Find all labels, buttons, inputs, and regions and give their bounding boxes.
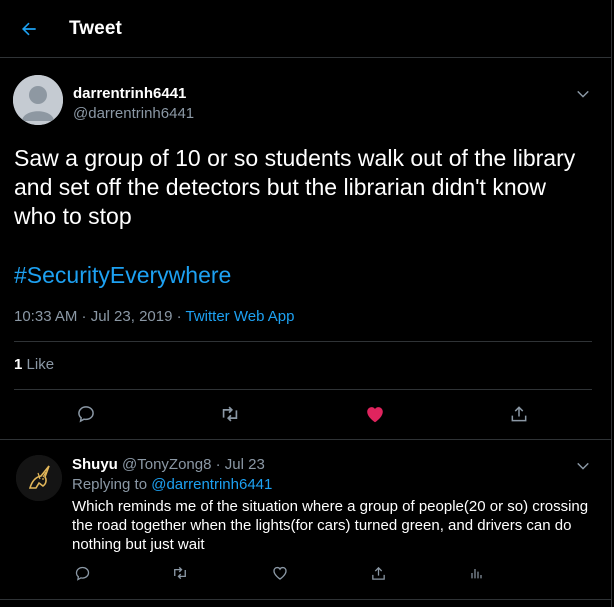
reply-analytics-button[interactable] (466, 563, 486, 583)
avatar[interactable] (13, 75, 63, 125)
reply-like-button[interactable] (270, 563, 290, 583)
like-button[interactable] (364, 403, 386, 425)
reply-author-name[interactable]: Shuyu (72, 456, 118, 473)
reply-text: Which reminds me of the situation where … (72, 498, 589, 553)
tweet-timestamp[interactable]: 10:33 AM · Jul 23, 2019 · (14, 308, 186, 325)
reply-handle-date[interactable]: @TonyZong8 · Jul 23 (122, 456, 265, 473)
reply-share-button[interactable] (368, 563, 388, 583)
replying-to-mention[interactable]: @darrentrinh6441 (151, 476, 272, 493)
unicorn-avatar-icon (16, 455, 62, 501)
reply-tweet[interactable]: Shuyu @TonyZong8 · Jul 23 Replying to @d… (0, 440, 612, 600)
analytics-icon (471, 569, 482, 579)
page-title: Tweet (69, 18, 122, 39)
like-count-number: 1 (14, 356, 23, 373)
divider (14, 341, 592, 342)
reply-more-options-button[interactable] (574, 457, 592, 475)
page-header: Tweet (0, 0, 612, 58)
retweet-icon (222, 406, 238, 422)
reply-icon (75, 566, 89, 581)
tweet-source[interactable]: Twitter Web App (186, 308, 295, 325)
main-tweet: darrentrinh6441 @darrentrinh6441 Saw a g… (0, 58, 612, 440)
retweet-button[interactable] (219, 403, 241, 425)
reply-header: Shuyu @TonyZong8 · Jul 23 (72, 456, 265, 473)
arrow-left-icon (22, 22, 36, 36)
chevron-down-icon (577, 90, 589, 98)
more-options-button[interactable] (574, 85, 592, 103)
share-button[interactable] (508, 403, 530, 425)
author-name[interactable]: darrentrinh6441 (73, 85, 186, 102)
reply-reply-button[interactable] (72, 563, 92, 583)
share-icon (511, 406, 527, 422)
reply-icon (78, 406, 94, 423)
like-count-label: Like (26, 356, 55, 373)
default-avatar-icon (13, 75, 63, 125)
share-icon (371, 566, 385, 580)
back-button[interactable] (14, 14, 44, 44)
tweet-text: Saw a group of 10 or so students walk ou… (14, 145, 576, 229)
heart-filled-icon (367, 407, 383, 423)
tweet-meta: 10:33 AM · Jul 23, 2019 · Twitter Web Ap… (14, 308, 294, 325)
reply-retweet-button[interactable] (170, 563, 190, 583)
chevron-down-icon (577, 462, 589, 470)
reply-actions (0, 563, 612, 583)
hashtag-link[interactable]: #SecurityEverywhere (14, 262, 231, 289)
reply-avatar[interactable] (16, 455, 62, 501)
author-handle[interactable]: @darrentrinh6441 (73, 105, 194, 122)
tweet-actions (0, 403, 612, 427)
retweet-icon (174, 566, 186, 580)
tweet-column: Tweet darrentrinh6441 @darrentrinh6441 S… (0, 0, 612, 607)
reply-button[interactable] (75, 403, 97, 425)
heart-outline-icon (273, 566, 287, 580)
likes-count[interactable]: 1 Like (14, 356, 54, 373)
replying-to: Replying to @darrentrinh6441 (72, 476, 272, 493)
replying-to-prefix: Replying to (72, 476, 152, 493)
divider (14, 389, 592, 390)
